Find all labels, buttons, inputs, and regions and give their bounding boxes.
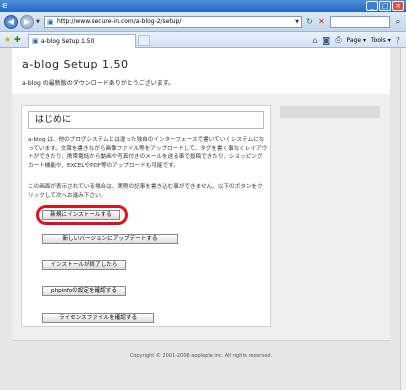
page-viewport: a-blog Setup 1.50 a-blog の最新版のダウンロードありがと…: [0, 48, 400, 390]
tab-page-icon: ▣: [32, 37, 39, 45]
command-bar: ⌂ ◙ ⎙ Page ▾ Tools ▾ ?: [312, 34, 400, 46]
back-button[interactable]: ◀: [4, 15, 18, 29]
site-title: a-blog Setup 1.50: [22, 58, 129, 71]
tools-menu[interactable]: Tools ▾: [371, 37, 391, 44]
site-footer: Copyright © 2001-2006 appleple inc. All …: [12, 340, 390, 374]
address-input[interactable]: ▣ http://www.secure-in.com/a-blog-2/setu…: [44, 16, 302, 28]
license-check-button[interactable]: ライセンスファイルを確認する: [42, 313, 154, 323]
home-icon[interactable]: ⌂: [312, 36, 317, 45]
tab-bar: ★ ✚ ▣ a-blog Setup 1.50 ⌂ ◙ ⎙ Page ▾ Too…: [0, 32, 406, 48]
address-text: http://www.secure-in.com/a-blog-2/setup/: [57, 18, 182, 25]
search-icon[interactable]: ⌕: [392, 16, 404, 28]
main-content: はじめに a-blog は、他のブログシステムとは違った独自のインターフェースで…: [21, 105, 271, 327]
page-menu[interactable]: Page ▾: [347, 37, 366, 44]
instruction-text: この画面が表示されている場合は、実際の記事を書き込む事ができません。以下のボタン…: [28, 184, 263, 199]
address-bar-row: ◀ ▶ ▼ ▣ http://www.secure-in.com/a-blog-…: [0, 12, 406, 32]
refresh-icon[interactable]: ↻: [304, 16, 315, 28]
sidebar-box: [280, 106, 380, 118]
site-subtitle: a-blog の最新版のダウンロードありがとうございます。: [22, 80, 175, 87]
page-icon: ▣: [47, 18, 54, 26]
minimize-button[interactable]: _: [366, 1, 378, 11]
tab-title: a-blog Setup 1.50: [41, 38, 95, 45]
window-titlebar: e _ □ ×: [0, 0, 406, 12]
update-button[interactable]: 新しいバージョンにアップデートする: [42, 234, 178, 244]
stop-icon[interactable]: ✕: [316, 16, 327, 28]
new-tab-button[interactable]: [138, 35, 150, 46]
copyright-text: Copyright © 2001-2006 appleple inc. All …: [129, 353, 273, 359]
site-header: a-blog Setup 1.50 a-blog の最新版のダウンロードありがと…: [12, 48, 390, 94]
feeds-icon[interactable]: ◙: [322, 36, 330, 45]
window-controls: _ □ ×: [366, 1, 404, 11]
tab-current[interactable]: ▣ a-blog Setup 1.50: [28, 34, 136, 48]
description-text: a-blog は、他のブログシステムとは違った独自のインターフェースで書いていく…: [28, 137, 268, 169]
maximize-button[interactable]: □: [379, 1, 391, 11]
page-menu-label: Page: [346, 36, 362, 44]
help-icon[interactable]: ?: [396, 36, 400, 45]
favorites-star-icon[interactable]: ★: [4, 35, 11, 44]
print-icon[interactable]: ⎙: [335, 35, 341, 45]
history-dropdown-icon[interactable]: ▼: [36, 19, 40, 25]
section-title: はじめに: [28, 111, 264, 129]
close-button[interactable]: ×: [392, 1, 404, 11]
phpinfo-button[interactable]: phpinfoの設定を確認する: [42, 286, 126, 296]
add-favorite-icon[interactable]: ✚: [14, 35, 21, 44]
tools-menu-label: Tools: [371, 36, 386, 44]
address-dropdown-icon[interactable]: ▼: [295, 17, 299, 27]
search-input[interactable]: [330, 16, 390, 28]
page-body: はじめに a-blog は、他のブログシステムとは違った独自のインターフェースで…: [12, 94, 390, 340]
ie-icon: e: [2, 1, 8, 11]
forward-button[interactable]: ▶: [20, 15, 34, 29]
vertical-scrollbar[interactable]: [400, 48, 406, 390]
new-install-button[interactable]: 新規にインストールする: [42, 210, 120, 220]
install-finished-button[interactable]: インストールが終了したら: [42, 260, 126, 270]
